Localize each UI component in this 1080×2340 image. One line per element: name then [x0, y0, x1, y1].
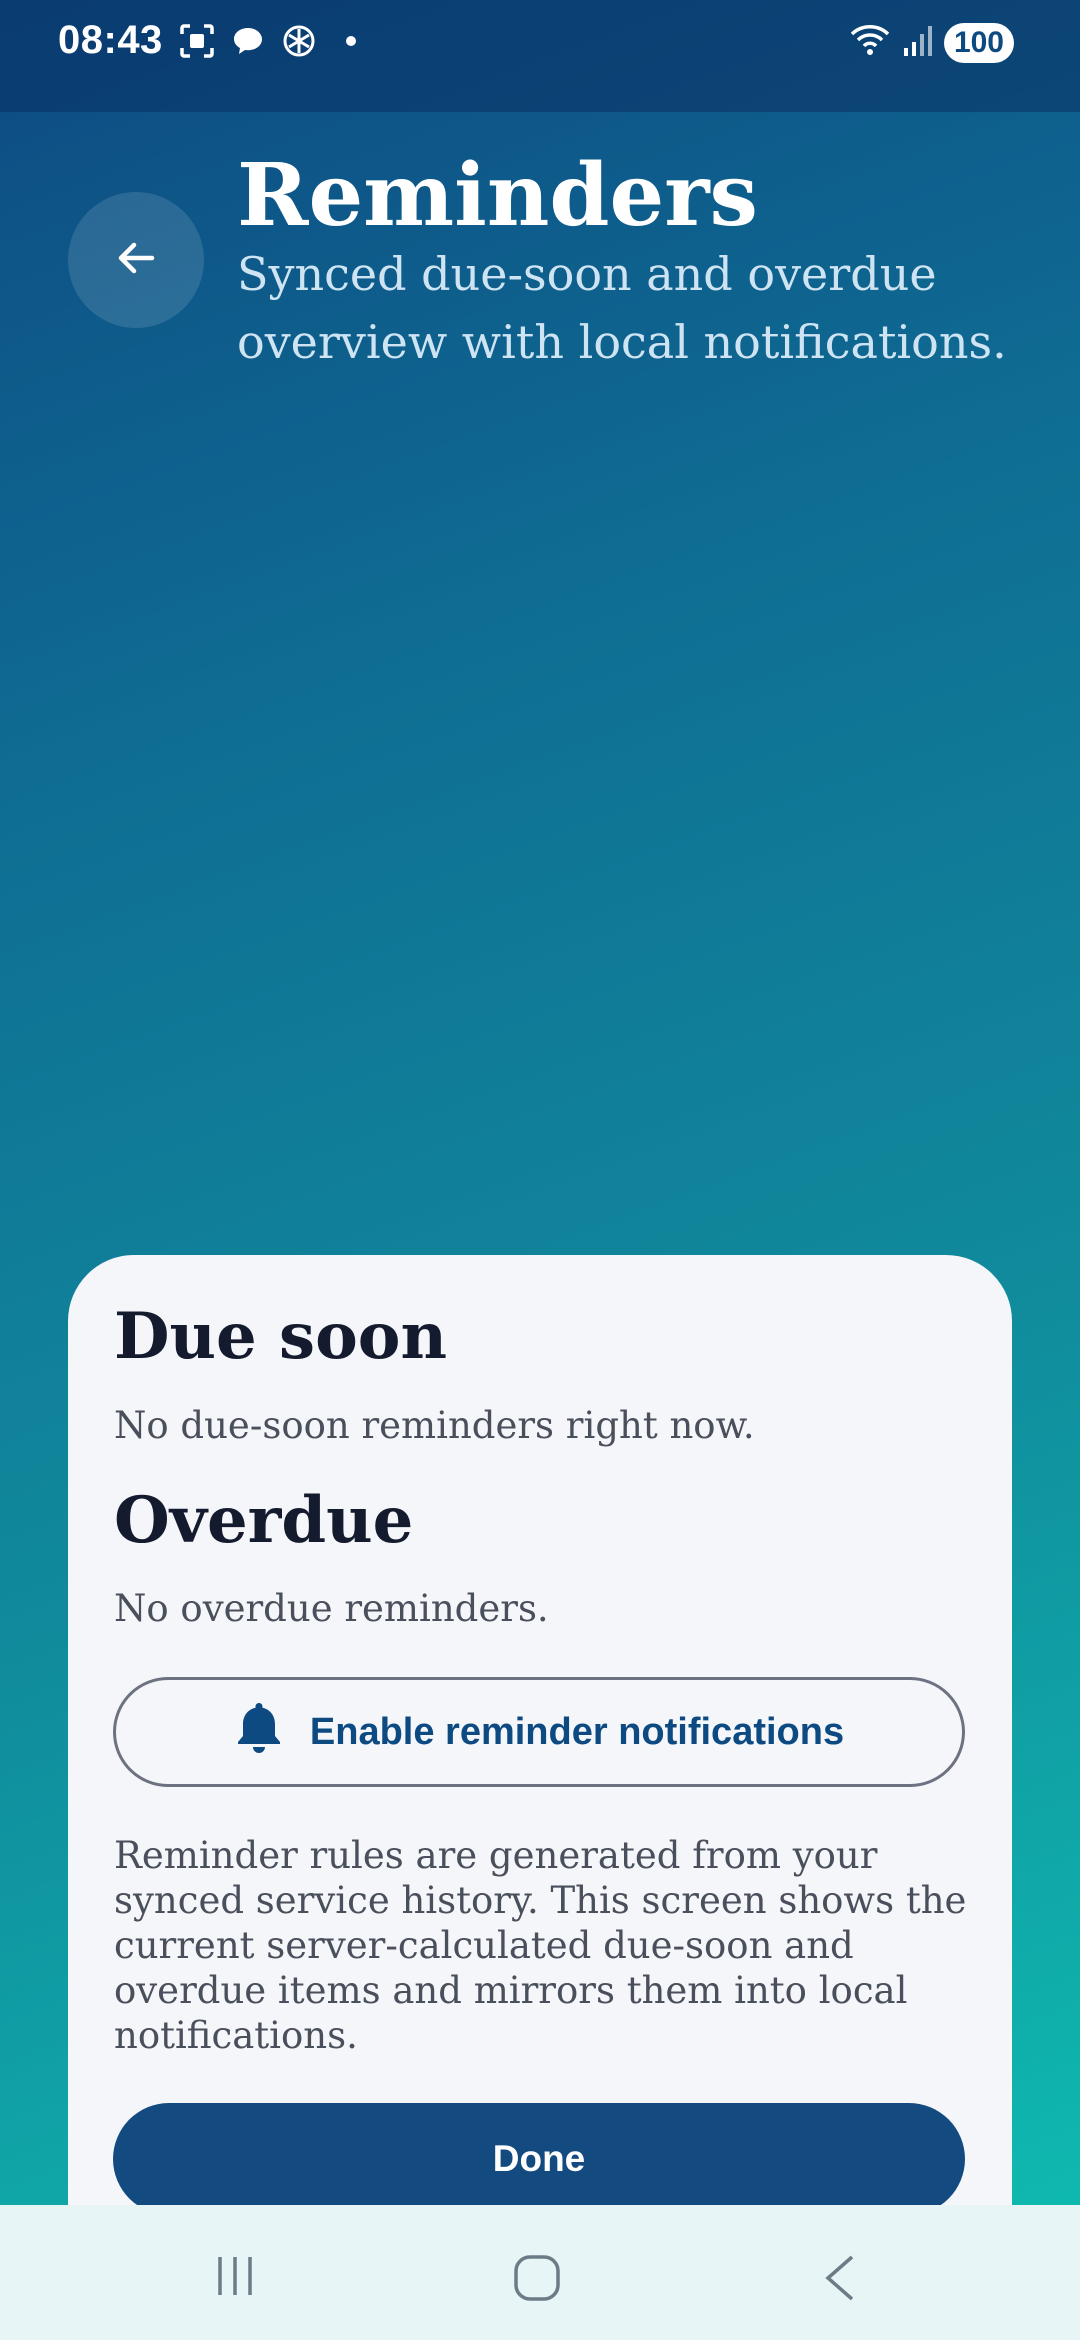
status-bar: 08:43 100: [0, 0, 1080, 112]
enable-notifications-button[interactable]: Enable reminder notifications: [113, 1677, 965, 1787]
home-icon[interactable]: [512, 2253, 562, 2307]
done-button[interactable]: Done: [113, 2103, 965, 2215]
overdue-title: Overdue: [114, 1483, 414, 1558]
status-right: 100: [848, 22, 1014, 63]
battery-level: 100: [943, 22, 1014, 63]
ai-app-icon: [280, 22, 318, 60]
page-title: Reminders: [237, 145, 758, 246]
back-icon[interactable]: [820, 2253, 860, 2307]
reminders-card: Due soon No due-soon reminders right now…: [68, 1255, 1012, 2270]
chat-icon: [230, 23, 266, 59]
bell-icon: [234, 1699, 284, 1765]
back-button[interactable]: [68, 192, 204, 328]
recent-apps-icon[interactable]: [212, 2253, 258, 2303]
screenshot-icon: [178, 22, 216, 60]
overdue-empty-text: No overdue reminders.: [114, 1587, 549, 1630]
due-soon-title: Due soon: [114, 1299, 447, 1374]
signal-icon: [902, 22, 934, 63]
navigation-bar: [0, 2205, 1080, 2340]
explanation-text: Reminder rules are generated from your s…: [114, 1834, 967, 2057]
status-time: 08:43: [58, 18, 163, 62]
wifi-icon: [848, 22, 892, 63]
page-subtitle: Synced due-soon and overdue overview wit…: [237, 247, 1007, 369]
status-icons-left: [178, 22, 356, 60]
enable-notifications-label: Enable reminder notifications: [309, 1710, 845, 1753]
notification-dot: [346, 36, 356, 46]
due-soon-empty-text: No due-soon reminders right now.: [114, 1404, 755, 1447]
done-label: Done: [492, 2138, 586, 2179]
arrow-left-icon: [114, 236, 158, 284]
